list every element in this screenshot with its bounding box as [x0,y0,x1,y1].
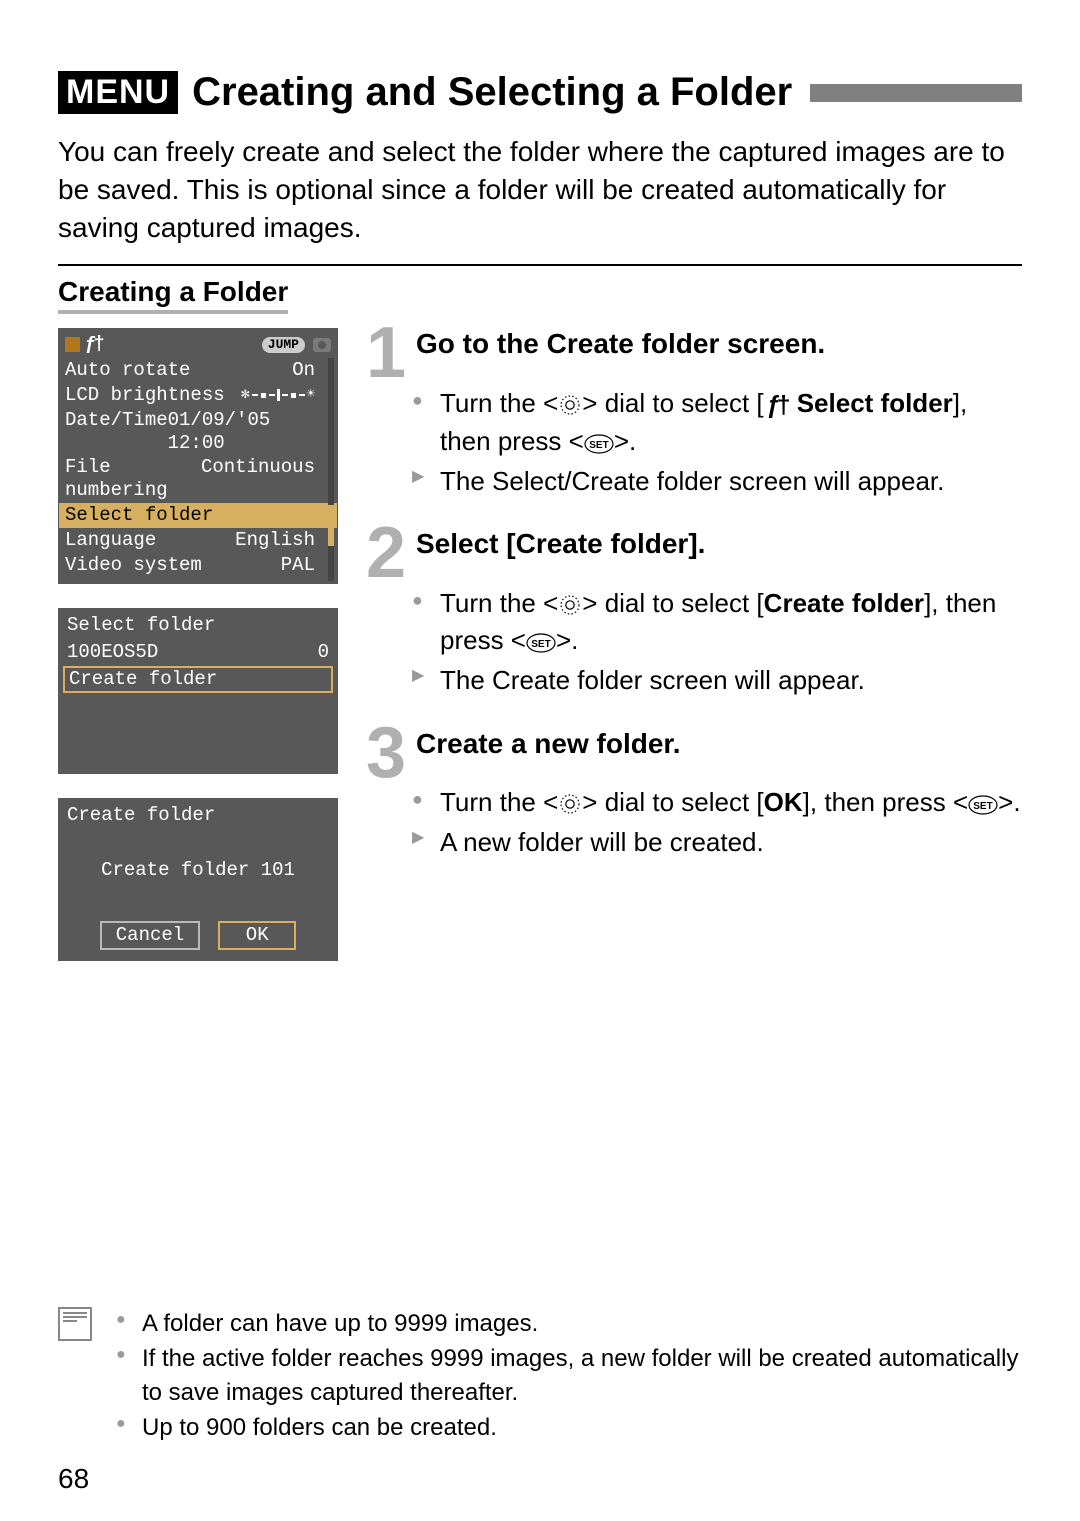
section-heading: Creating a Folder [58,276,288,314]
step-result: The Select/Create folder screen will app… [412,463,1022,501]
camera-icon [313,338,331,352]
menu-value: On [292,359,315,382]
wrench-icon: ƒ† [767,391,787,419]
step-number: 2 [366,528,410,578]
page-title: Creating and Selecting a Folder [192,70,792,115]
screen-title: Select folder [59,609,337,639]
set-button-icon [526,633,556,653]
menu-label: LCD brightness [65,384,225,407]
cancel-button: Cancel [100,921,200,950]
note-item: Up to 900 folders can be created. [116,1411,1022,1445]
menu-value: Continuous [201,456,315,502]
step-result: The Create folder screen will appear. [412,662,1022,700]
scrollbar [328,358,334,581]
note-item: A folder can have up to 9999 images. [116,1307,1022,1341]
step: 2Select [Create folder]. Turn the <> dial… [366,528,1022,699]
note-item: If the active folder reaches 9999 images… [116,1342,1022,1409]
jump-badge: JUMP [262,337,305,353]
menu-label: Language [65,529,156,552]
menu-label: Select folder [65,504,213,527]
camera-screen-create-folder: Create folder Create folder 101 Cancel O… [58,798,338,961]
step: 1Go to the Create folder screen. Turn the… [366,328,1022,500]
screen-title: Create folder [59,799,337,829]
create-folder-entry: Create folder [63,666,333,693]
step-title: Go to the Create folder screen. [416,328,825,360]
menu-label: Date/Time [65,409,168,455]
note-icon [58,1307,92,1341]
menu-row-language: Language English [65,528,329,553]
step-result: A new folder will be created. [412,824,1022,862]
set-button-icon [968,795,998,815]
menu-row-file-numbering: File numbering Continuous [65,455,329,503]
step-instruction: Turn the <> dial to select [ƒ† Select fo… [412,385,1022,461]
camera-screen-select-folder: Select folder 100EOS5D 0 Create folder [58,608,338,773]
menu-value: English [235,529,315,552]
wrench-icon: ƒ† [85,333,102,356]
folder-name: 100EOS5D [67,641,158,664]
menu-row-lcd-brightness: LCD brightness ✻☀ [65,383,329,408]
folder-entry: 100EOS5D 0 [59,639,337,666]
ok-button: OK [218,921,296,950]
step-title: Create a new folder. [416,728,681,760]
step-title: Select [Create folder]. [416,528,705,560]
menu-tab-icon [65,337,80,352]
menu-label: Auto rotate [65,359,190,382]
page-number: 68 [58,1463,89,1495]
divider [58,264,1022,266]
set-button-icon [584,434,614,454]
step-number: 1 [366,328,410,378]
step-instruction: Turn the <> dial to select [OK], then pr… [412,784,1022,822]
menu-row-select-folder: Select folder [59,503,337,528]
menu-value: PAL [281,554,315,577]
dial-icon [558,593,582,617]
camera-screen-setup-menu: ƒ† JUMP Auto rotate On LCD brightness [58,328,338,584]
dial-icon [558,393,582,417]
menu-label: Video system [65,554,202,577]
step-instruction: Turn the <> dial to select [Create folde… [412,585,1022,660]
intro-text: You can freely create and select the fol… [58,133,1022,246]
create-folder-label: Create folder [69,668,217,691]
brightness-slider-icon: ✻☀ [241,384,315,407]
title-bar-decoration [810,84,1022,102]
page-title-row: MENU Creating and Selecting a Folder [58,70,1022,115]
menu-value: 01/09/'05 12:00 [168,409,315,455]
dial-icon [558,792,582,816]
menu-row-video-system: Video system PAL [65,553,329,578]
folder-count: 0 [318,641,329,664]
create-folder-prompt: Create folder 101 [67,839,329,922]
notes-box: A folder can have up to 9999 images.If t… [58,1307,1022,1447]
menu-label: File numbering [65,456,201,502]
menu-badge: MENU [58,71,178,114]
menu-row-date-time: Date/Time 01/09/'05 12:00 [65,408,329,456]
step: 3Create a new folder. Turn the <> dial to… [366,728,1022,862]
menu-row-auto-rotate: Auto rotate On [65,358,329,383]
step-number: 3 [366,728,410,778]
